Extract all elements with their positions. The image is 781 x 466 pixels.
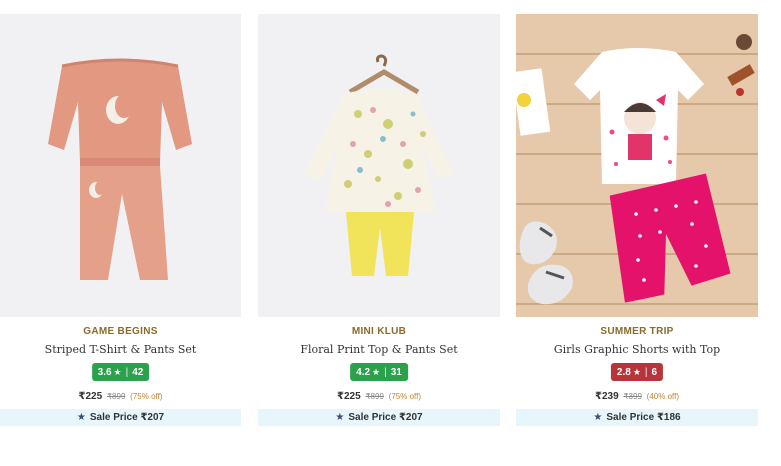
rating-value: 4.2 (356, 366, 371, 378)
sale-price-banner: ★ Sale Price ₹207 (258, 409, 500, 426)
star-icon: ★ (113, 366, 122, 377)
rating-value: 2.8 (616, 366, 631, 378)
floral-top-image (258, 14, 500, 317)
sale-star-icon: ★ (76, 412, 86, 423)
product-image[interactable] (0, 14, 241, 317)
product-brand: SUMMER TRIP (600, 326, 674, 337)
product-grid: GAME BEGINS Striped T-Shirt & Pants Set … (0, 0, 781, 466)
sale-price-banner: ★ Sale Price ₹207 (0, 409, 241, 426)
price-row: ₹225 ₹899 (75% off) (0, 391, 241, 402)
star-icon: ★ (632, 366, 641, 377)
selling-price: ₹225 (78, 391, 103, 402)
discount-label: (75% off) (388, 392, 421, 401)
product-name[interactable]: Floral Print Top & Pants Set (258, 343, 500, 356)
product-name[interactable]: Striped T-Shirt & Pants Set (0, 343, 241, 356)
sale-price-banner: ★ Sale Price ₹186 (516, 409, 758, 426)
rating-count: 6 (651, 366, 658, 378)
mrp-price: ₹399 (623, 392, 642, 401)
rating-count: 31 (390, 366, 402, 378)
sale-price-label: Sale Price ₹207 (348, 412, 423, 423)
sale-price-label: Sale Price ₹186 (606, 412, 681, 423)
rating-badge: 3.6 ★ | 42 (91, 363, 150, 381)
product-brand: GAME BEGINS (83, 326, 158, 337)
product-name[interactable]: Girls Graphic Shorts with Top (516, 343, 758, 356)
product-card[interactable]: MINI KLUB Floral Print Top & Pants Set 4… (258, 0, 500, 440)
product-image[interactable] (258, 14, 500, 317)
price-row: ₹239 ₹399 (40% off) (516, 391, 758, 402)
rating-badge: 4.2 ★ | 31 (350, 363, 408, 381)
discount-label: (40% off) (646, 392, 679, 401)
rating-separator: | (125, 366, 129, 378)
product-card[interactable]: SUMMER TRIP Girls Graphic Shorts with To… (516, 0, 758, 440)
rating-value: 3.6 (97, 366, 112, 378)
product-card[interactable]: GAME BEGINS Striped T-Shirt & Pants Set … (0, 0, 241, 440)
product-brand: MINI KLUB (351, 326, 407, 337)
rating-separator: | (644, 366, 648, 378)
mrp-price: ₹899 (106, 392, 126, 401)
price-row: ₹225 ₹899 (75% off) (258, 391, 500, 402)
sale-star-icon: ★ (593, 412, 603, 423)
rating-separator: | (384, 366, 387, 378)
discount-label: (75% off) (130, 392, 163, 401)
product-image[interactable] (516, 14, 758, 317)
rating-count: 42 (132, 366, 144, 378)
sale-price-label: Sale Price ₹207 (89, 412, 165, 423)
mrp-price: ₹899 (365, 392, 384, 401)
pajama-set-image (0, 14, 241, 317)
star-icon: ★ (372, 366, 381, 377)
sale-star-icon: ★ (335, 412, 345, 423)
graphic-shorts-set-image (516, 14, 758, 317)
selling-price: ₹239 (595, 391, 619, 402)
selling-price: ₹225 (337, 391, 361, 402)
rating-badge: 2.8 ★ | 6 (610, 363, 664, 381)
